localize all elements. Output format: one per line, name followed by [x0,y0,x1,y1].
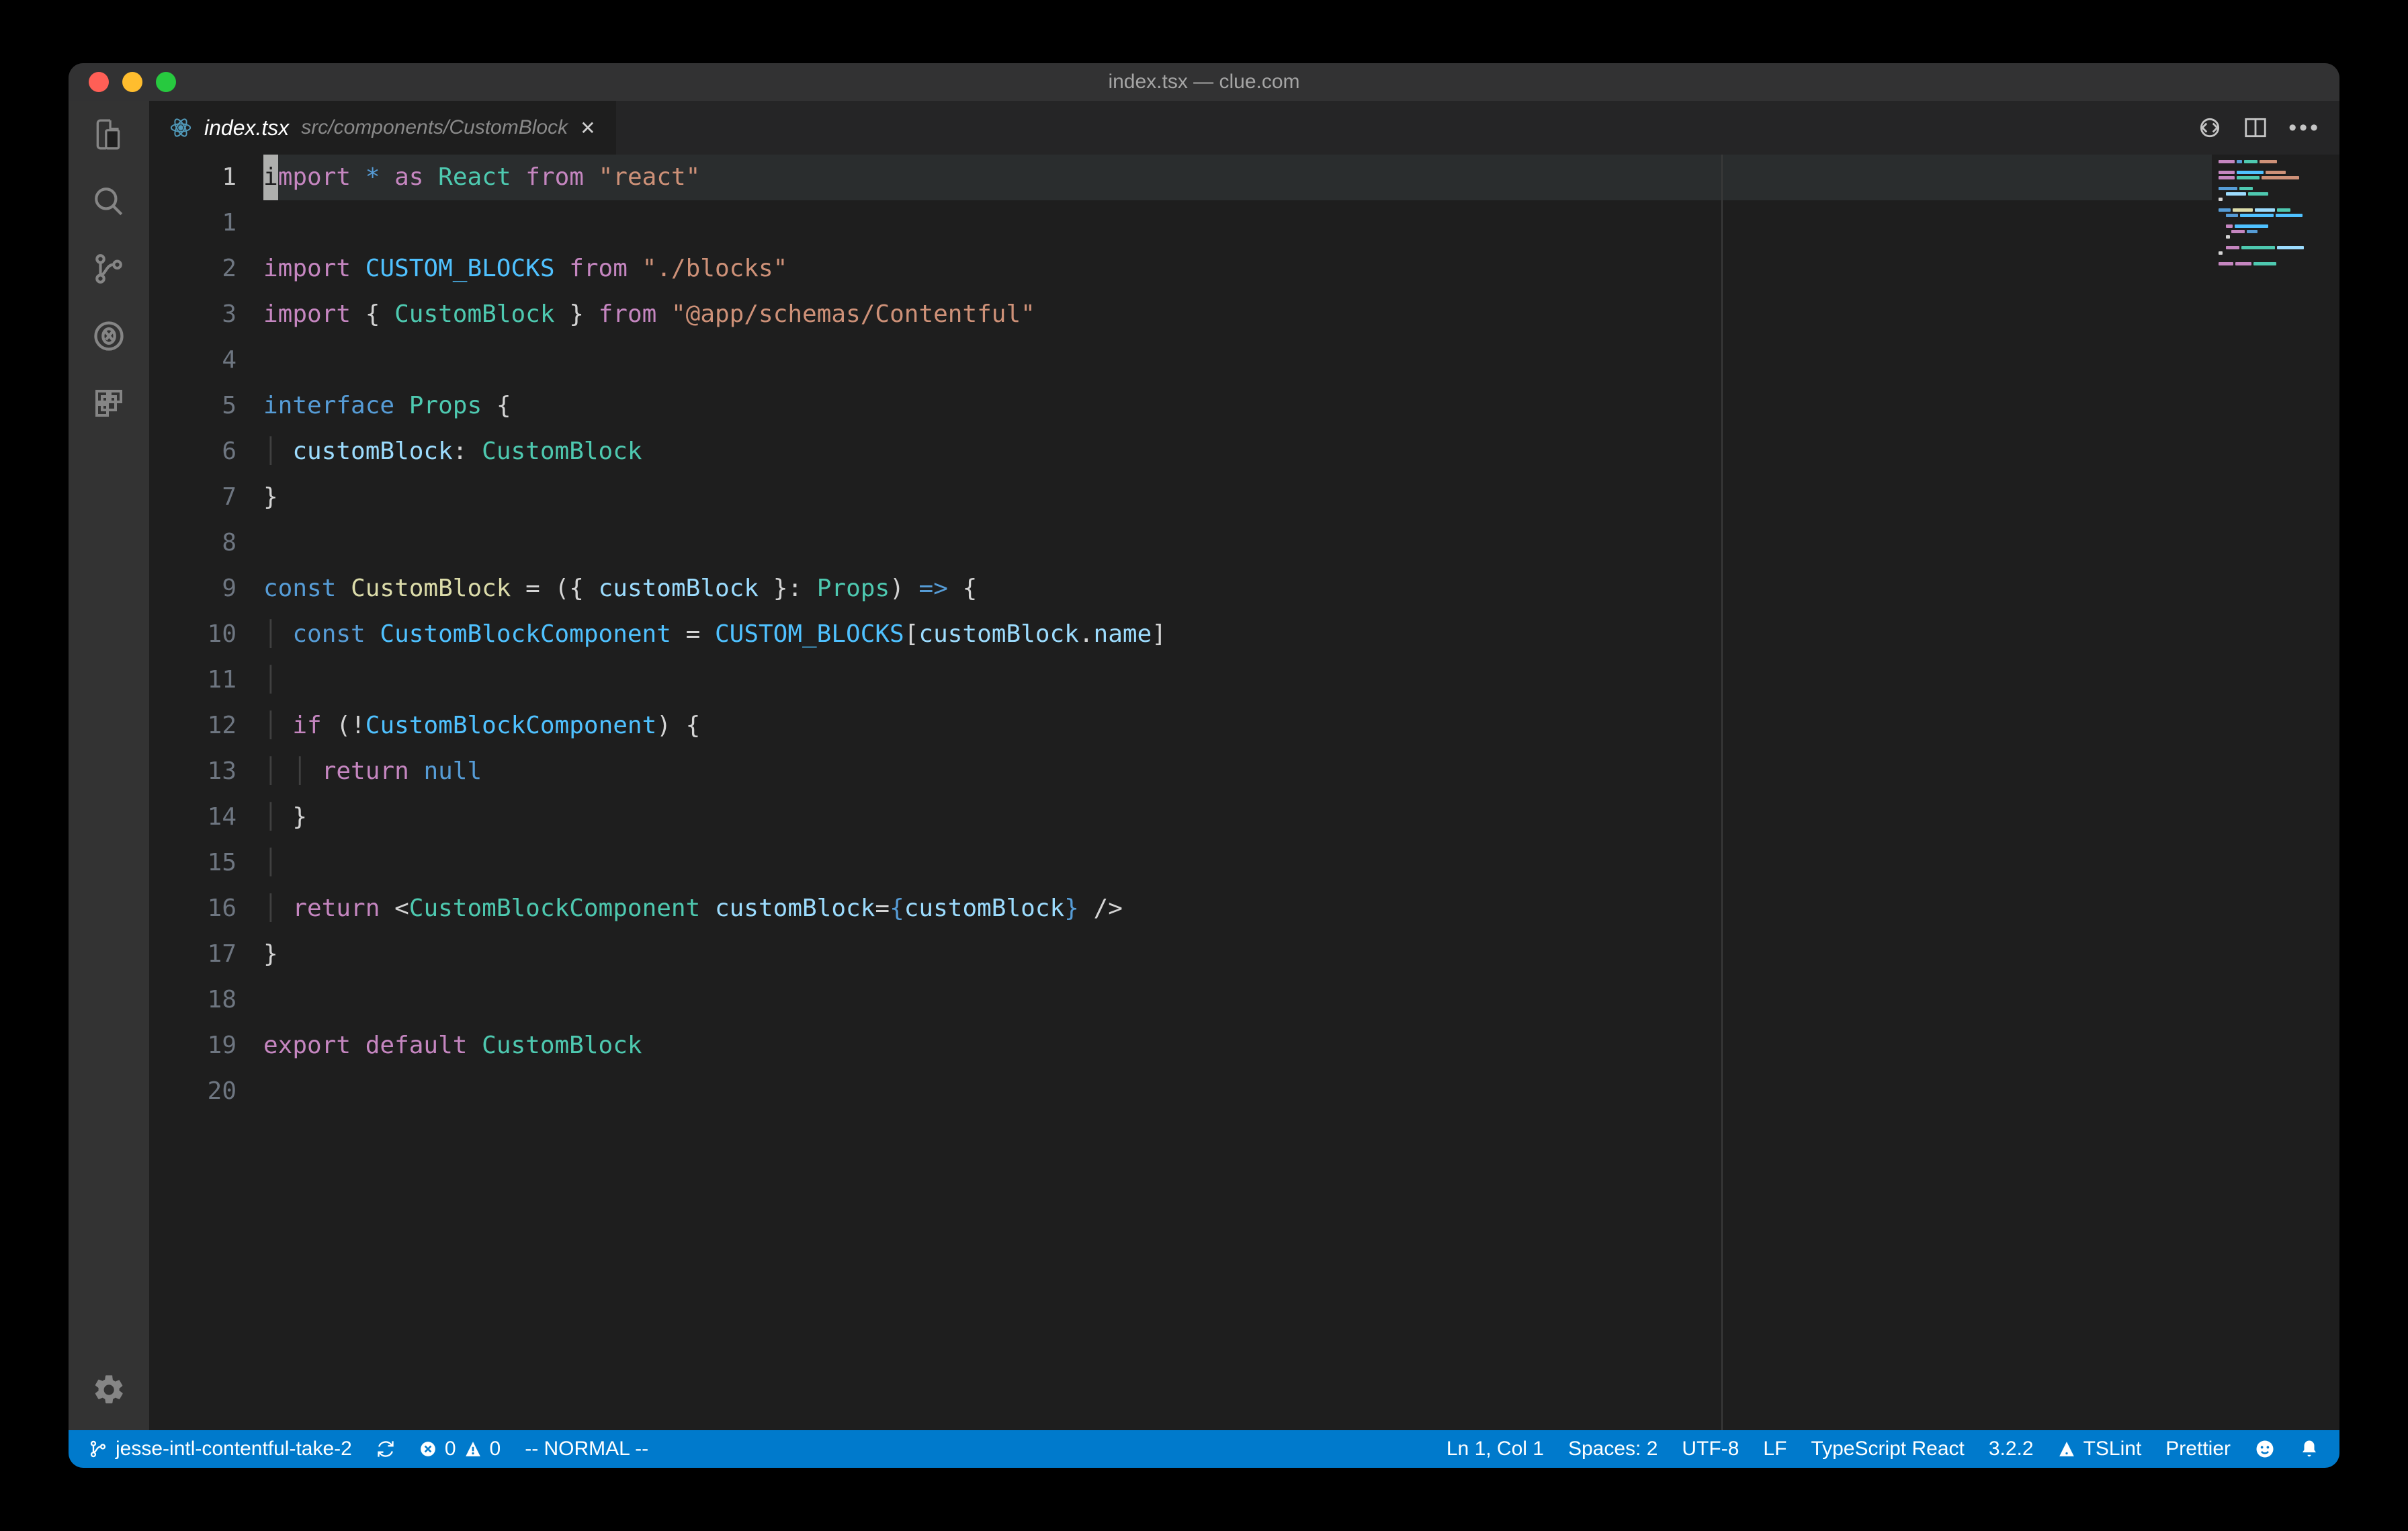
code-line: │ [263,657,2212,703]
minimize-window-button[interactable] [122,72,142,92]
tab-path: src/components/CustomBlock [301,116,568,139]
code-line: │ customBlock: CustomBlock [263,429,2212,474]
tslint-status[interactable]: < path d="M12 9v6" stroke="#007acc" stro… [2058,1438,2142,1460]
code-line: │ } [263,794,2212,840]
more-actions-icon[interactable]: ••• [2288,115,2321,141]
branch-name: jesse-intl-contentful-take-2 [116,1438,352,1460]
code-line: interface Props { [263,383,2212,429]
settings-gear-icon[interactable] [89,1370,129,1410]
editor-area: index.tsx src/components/CustomBlock ✕ •… [149,101,2339,1430]
eol-indicator[interactable]: LF [1763,1438,1787,1460]
line-number: 3 [149,292,236,337]
debug-icon[interactable] [89,316,129,356]
activity-bar [69,101,149,1430]
line-number: 9 [149,566,236,612]
line-number: 10 [149,612,236,657]
code-content[interactable]: import * as React from "react" import CU… [263,155,2212,1430]
minimap[interactable] [2212,155,2339,1430]
code-line: import CUSTOM_BLOCKS from "./blocks" [263,246,2212,292]
vim-mode-indicator: -- NORMAL -- [525,1438,648,1460]
line-number: 18 [149,977,236,1023]
cursor-position[interactable]: Ln 1, Col 1 [1447,1438,1544,1460]
line-number: 12 [149,703,236,749]
code-line [263,337,2212,383]
code-line: import * as React from "react" [263,155,2212,200]
close-window-button[interactable] [89,72,109,92]
status-bar: jesse-intl-contentful-take-2 0 0 -- NORM… [69,1430,2339,1468]
source-control-icon[interactable] [89,249,129,289]
titlebar: index.tsx — clue.com [69,63,2339,101]
typescript-version[interactable]: 3.2.2 [1989,1438,2034,1460]
line-number: 15 [149,840,236,886]
code-line [263,1069,2212,1114]
line-number: 7 [149,474,236,520]
error-count: 0 [445,1438,456,1460]
line-number: 4 [149,337,236,383]
split-editor-icon[interactable] [2243,115,2268,140]
code-line: export default CustomBlock [263,1023,2212,1069]
code-line: │ return <CustomBlockComponent customBlo… [263,886,2212,932]
code-line: const CustomBlock = ({ customBlock }: Pr… [263,566,2212,612]
search-icon[interactable] [89,181,129,222]
line-number: 19 [149,1023,236,1069]
prettier-status[interactable]: Prettier [2165,1438,2231,1460]
code-line [263,520,2212,566]
line-number: 11 [149,657,236,703]
compare-changes-icon[interactable] [2197,115,2223,140]
code-line: } [263,474,2212,520]
editor-actions: ••• [2197,101,2339,155]
tab-filename: index.tsx [204,116,289,140]
window-title: index.tsx — clue.com [1108,71,1299,93]
indentation-indicator[interactable]: Spaces: 2 [1568,1438,1658,1460]
extensions-icon[interactable] [89,383,129,423]
traffic-lights [69,72,176,92]
[interactable]: jesse-intl-contentful-take-2 [89,1438,352,1460]
line-number: 8 [149,520,236,566]
code-line: } [263,932,2212,977]
warning-count: 0 [490,1438,501,1460]
encoding-indicator[interactable]: UTF-8 [1682,1438,1739,1460]
problems-indicator[interactable]: 0 0 [419,1438,501,1460]
vscode-window: index.tsx — clue.com [69,63,2339,1468]
zoom-window-button[interactable] [156,72,176,92]
explorer-icon[interactable] [89,114,129,155]
react-file-icon [169,116,192,139]
notifications-icon[interactable] [2299,1439,2319,1459]
line-number-gutter: 1 1 2 3 4 5 6 7 8 9 10 11 12 13 14 15 16 [149,155,263,1430]
line-number: 20 [149,1069,236,1114]
line-number: 1 [149,200,236,246]
language-mode[interactable]: TypeScript React [1811,1438,1964,1460]
line-number: 17 [149,932,236,977]
code-line: │ │ return null [263,749,2212,794]
feedback-icon[interactable] [2255,1439,2275,1459]
line-number: 13 [149,749,236,794]
editor-ruler [1721,155,1723,1430]
code-line: │ [263,840,2212,886]
line-number: 6 [149,429,236,474]
main-area: index.tsx src/components/CustomBlock ✕ •… [69,101,2339,1430]
sync-icon[interactable] [376,1440,395,1458]
code-line: │ const CustomBlockComponent = CUSTOM_BL… [263,612,2212,657]
code-line [263,977,2212,1023]
line-number: 14 [149,794,236,840]
tab-bar: index.tsx src/components/CustomBlock ✕ •… [149,101,2339,155]
line-number: 16 [149,886,236,932]
line-number: 2 [149,246,236,292]
code-line [263,200,2212,246]
tab-index-tsx[interactable]: index.tsx src/components/CustomBlock ✕ [149,101,617,155]
code-line: import { CustomBlock } from "@app/schema… [263,292,2212,337]
line-number: 1 [149,155,236,200]
code-line: │ if (!CustomBlockComponent) { [263,703,2212,749]
code-editor[interactable]: 1 1 2 3 4 5 6 7 8 9 10 11 12 13 14 15 16 [149,155,2339,1430]
line-number: 5 [149,383,236,429]
close-tab-icon[interactable]: ✕ [580,117,595,139]
